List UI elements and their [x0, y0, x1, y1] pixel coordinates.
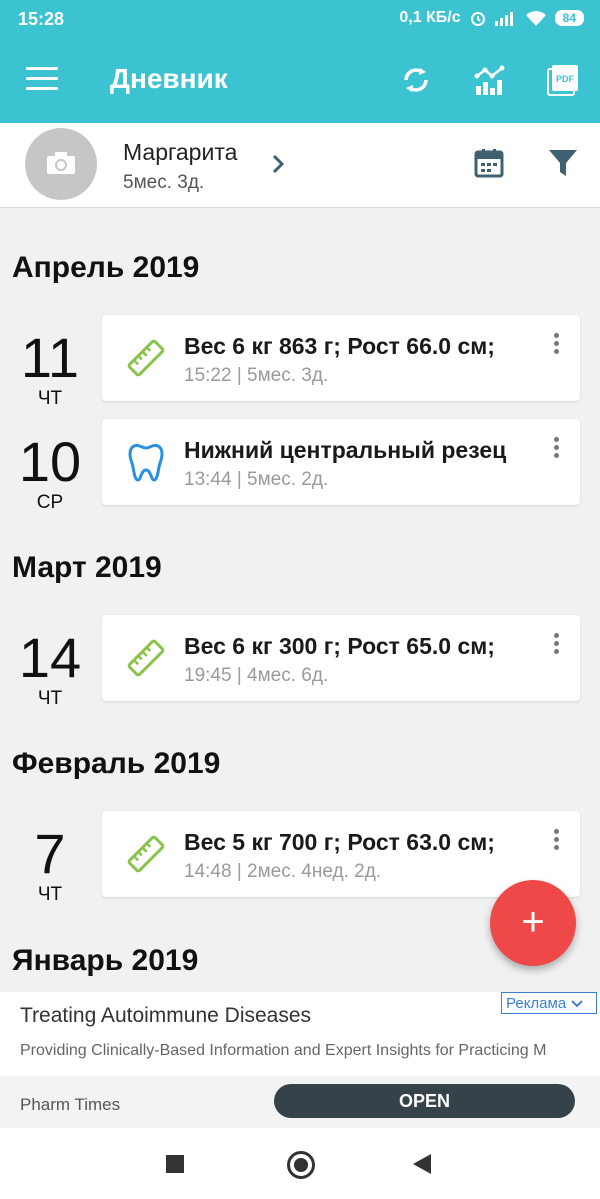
- entry-date: 7 ЧТ: [0, 826, 100, 906]
- ad-source: Pharm Times: [20, 1095, 121, 1114]
- sync-icon[interactable]: [398, 62, 434, 98]
- entry-weekday: СР: [36, 492, 64, 513]
- chevron-right-icon[interactable]: [270, 153, 286, 175]
- entry-title: Нижний центральный резец: [184, 437, 507, 463]
- camera-icon: [47, 152, 75, 174]
- diary-entry-card[interactable]: Вес 6 кг 863 г; Рост 66.0 см; 15:22 | 5м…: [102, 315, 580, 401]
- avatar[interactable]: [25, 128, 97, 200]
- menu-icon[interactable]: [26, 67, 58, 91]
- network-speed: 0,1 КБ/с: [399, 9, 461, 26]
- entry-date: 10 СР: [0, 434, 100, 514]
- ruler-icon: [127, 835, 165, 873]
- diary-list[interactable]: Апрель 2019 11 ЧТ Вес 6 кг 863 г; Рост 6…: [0, 208, 600, 992]
- alarm-icon: [470, 12, 485, 26]
- entry-date: 11 ЧТ: [0, 330, 100, 410]
- month-header: Апрель 2019: [12, 251, 200, 284]
- pdf-icon[interactable]: PDF: [545, 62, 581, 98]
- ad-footer: Pharm Times OPEN: [0, 1076, 600, 1128]
- filter-icon[interactable]: [548, 147, 578, 179]
- entry-day: 10: [18, 430, 82, 493]
- ad-badge[interactable]: Реклама: [501, 992, 597, 1014]
- more-options-icon[interactable]: [554, 437, 560, 461]
- entry-weekday: ЧТ: [37, 884, 63, 905]
- back-button[interactable]: [413, 1154, 431, 1174]
- signal-icon: [494, 12, 513, 26]
- entry-title: Вес 6 кг 863 г; Рост 66.0 см;: [184, 333, 495, 359]
- more-options-icon[interactable]: [554, 633, 560, 657]
- child-age: 5мес. 3д.: [123, 172, 205, 193]
- calendar-icon[interactable]: [473, 147, 505, 179]
- more-options-icon[interactable]: [554, 333, 560, 357]
- entry-title: Вес 5 кг 700 г; Рост 63.0 см;: [184, 829, 495, 855]
- month-header: Январь 2019: [12, 944, 199, 977]
- battery-indicator: 84: [554, 10, 584, 26]
- status-bar: 15:28 0,1 КБ/с 84: [0, 0, 600, 37]
- app-bar: Дневник PDF: [0, 37, 600, 123]
- tooth-icon: [128, 443, 164, 482]
- ad-banner[interactable]: Treating Autoimmune Diseases Providing C…: [0, 992, 600, 1128]
- system-nav-bar: [0, 1128, 600, 1199]
- ad-open-button[interactable]: OPEN: [274, 1084, 575, 1118]
- entry-day: 7: [34, 822, 66, 885]
- chart-icon[interactable]: [472, 62, 508, 98]
- entry-weekday: ЧТ: [37, 388, 63, 409]
- home-button[interactable]: [287, 1151, 315, 1179]
- ruler-icon: [127, 639, 165, 677]
- entry-day: 11: [20, 326, 80, 389]
- entry-subtitle: 19:45 | 4мес. 6д.: [184, 665, 329, 686]
- entry-title: Вес 6 кг 300 г; Рост 65.0 см;: [184, 633, 495, 659]
- svg-text:PDF: PDF: [556, 74, 575, 84]
- status-time: 15:28: [18, 9, 65, 29]
- status-indicators: 0,1 КБ/с 84: [399, 9, 584, 27]
- entry-subtitle: 14:48 | 2мес. 4нед. 2д.: [184, 861, 382, 882]
- ad-title[interactable]: Treating Autoimmune Diseases: [20, 1004, 311, 1028]
- add-entry-button[interactable]: +: [490, 880, 576, 966]
- entry-subtitle: 15:22 | 5мес. 3д.: [184, 365, 329, 386]
- child-profile-header[interactable]: Маргарита 5мес. 3д.: [0, 123, 600, 208]
- entry-day: 14: [18, 626, 82, 689]
- recents-button[interactable]: [166, 1155, 184, 1173]
- diary-entry-card[interactable]: Нижний центральный резец 13:44 | 5мес. 2…: [102, 419, 580, 505]
- ad-description: Providing Clinically-Based Information a…: [20, 1042, 547, 1059]
- child-name: Маргарита: [123, 139, 238, 165]
- app-title: Дневник: [110, 63, 228, 94]
- wifi-icon: [525, 11, 546, 26]
- entry-date: 14 ЧТ: [0, 630, 100, 710]
- month-header: Март 2019: [12, 551, 162, 584]
- chevron-down-icon: [571, 1000, 584, 1008]
- more-options-icon[interactable]: [554, 829, 560, 853]
- diary-entry-card[interactable]: Вес 5 кг 700 г; Рост 63.0 см; 14:48 | 2м…: [102, 811, 580, 897]
- entry-weekday: ЧТ: [37, 688, 63, 709]
- diary-entry-card[interactable]: Вес 6 кг 300 г; Рост 65.0 см; 19:45 | 4м…: [102, 615, 580, 701]
- ruler-icon: [127, 339, 165, 377]
- entry-subtitle: 13:44 | 5мес. 2д.: [184, 469, 329, 490]
- ad-badge-label: Реклама: [506, 995, 567, 1012]
- month-header: Февраль 2019: [12, 747, 221, 780]
